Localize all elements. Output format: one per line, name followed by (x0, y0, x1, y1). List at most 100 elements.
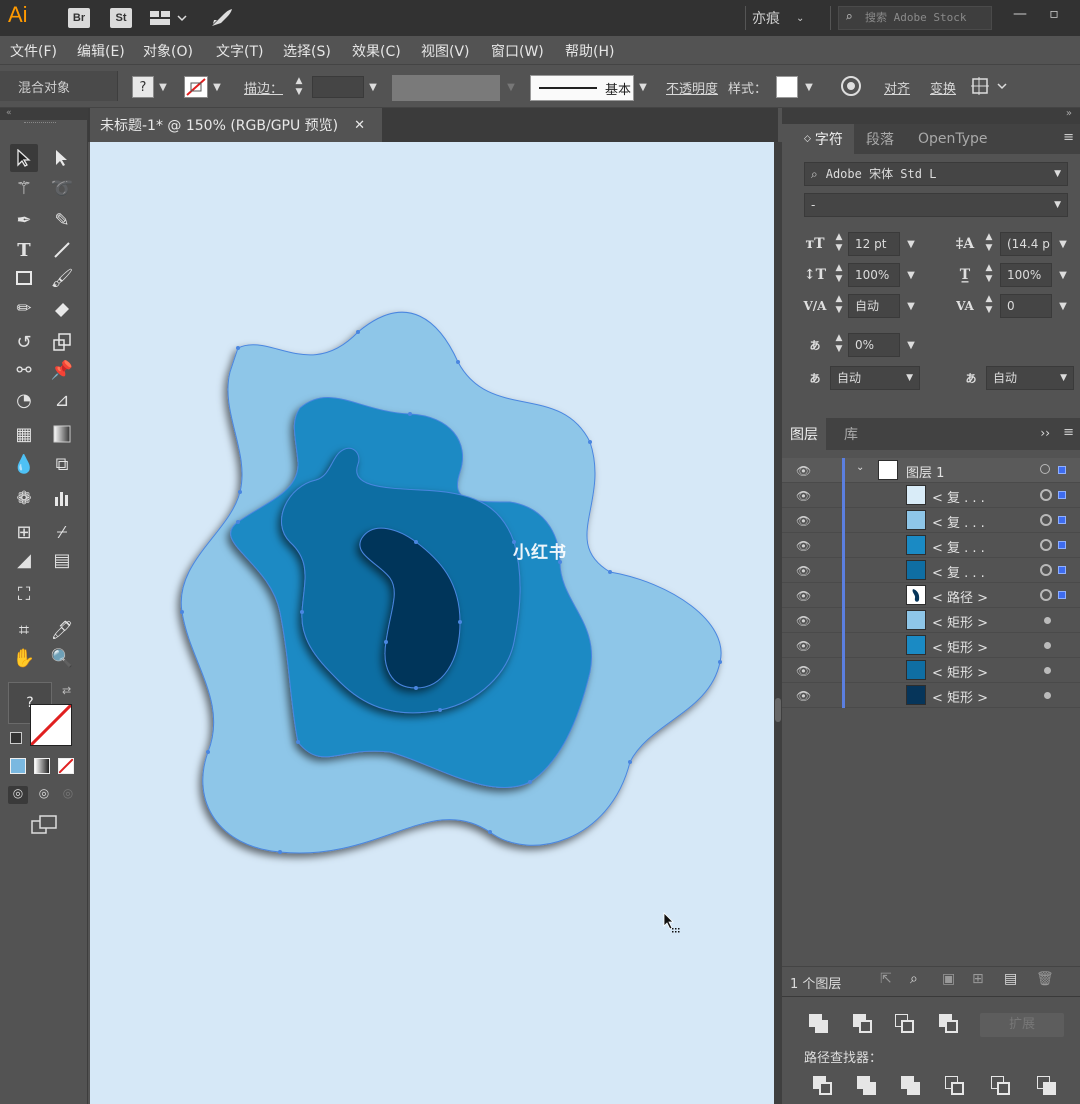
visibility-eye-icon[interactable]: 👁 (796, 514, 812, 528)
item-name[interactable]: < 矩形 > (932, 637, 988, 656)
stroke-color-box[interactable] (29, 703, 73, 747)
paintbrush-tool[interactable]: 🖌 (48, 264, 76, 292)
menu-select[interactable]: 选择(S) (283, 41, 331, 61)
artboard-canvas[interactable]: 小红书 (90, 142, 774, 1104)
perspective-grid-tool[interactable]: ⊿ (48, 386, 76, 414)
expand-panel-icon[interactable]: ›› (1040, 426, 1050, 440)
target-icon[interactable] (1040, 589, 1052, 601)
minus-back-button[interactable] (1036, 1075, 1058, 1097)
tools-collapse-bar[interactable]: « (0, 108, 88, 120)
visibility-eye-icon[interactable]: 👁 (796, 589, 812, 603)
aki-left-field[interactable]: 自动 ▼ (830, 366, 920, 390)
outline-button[interactable] (990, 1075, 1012, 1097)
item-name[interactable]: < 复 . . . (932, 487, 985, 506)
zoom-tool[interactable]: 🔍 (48, 644, 76, 672)
chevron-down-icon[interactable]: ▼ (904, 294, 918, 318)
horizontal-scale-stepper[interactable]: ▲ ▼ (982, 263, 996, 287)
draw-inside-button[interactable]: ◎ (58, 786, 78, 804)
draw-behind-button[interactable]: ◎ (34, 786, 54, 804)
layer-name[interactable]: 图层 1 (906, 462, 944, 481)
mesh-tool[interactable]: ▦ (10, 420, 38, 448)
leading-field[interactable]: (14.4 p (1000, 232, 1052, 256)
target-icon[interactable] (1040, 464, 1050, 474)
slice-tool[interactable]: ⌿ (48, 518, 76, 546)
chevron-down-icon[interactable]: ▼ (1056, 232, 1070, 256)
blend-tool[interactable]: ⧉ (48, 450, 76, 478)
selected-indicator[interactable] (1058, 566, 1066, 574)
papercut-artwork[interactable] (90, 142, 774, 1104)
type-tool[interactable]: T (10, 236, 38, 264)
intersect-button[interactable] (894, 1013, 916, 1035)
panel-menu-icon[interactable]: ≡ (1063, 425, 1074, 440)
swap-colors-icon[interactable]: ⇄ (62, 684, 71, 697)
none-mode-button[interactable] (58, 758, 74, 774)
chevron-down-icon[interactable]: ▼ (904, 333, 918, 357)
font-size-stepper[interactable]: ▲ ▼ (832, 232, 846, 256)
font-style-field[interactable]: - ▼ (804, 193, 1068, 217)
font-family-field[interactable]: ⌕ Adobe 宋体 Std L ▼ (804, 162, 1068, 186)
chevron-down-icon[interactable]: ▼ (802, 76, 816, 98)
visibility-eye-icon[interactable]: 👁 (796, 664, 812, 678)
eraser-tool[interactable] (48, 294, 76, 322)
minus-front-button[interactable] (852, 1013, 874, 1035)
stroke-label[interactable]: 描边： (244, 78, 283, 97)
layer-row-item-6[interactable]: 👁 < 矩形 > (782, 608, 1080, 633)
symbol-sprayer-tool[interactable]: ❁ (10, 484, 38, 512)
chevron-down-icon[interactable]: ▼ (366, 76, 380, 98)
layer-row-item-5[interactable]: 👁 < 路径 > (782, 583, 1080, 608)
merge-button[interactable] (900, 1075, 922, 1097)
line-segment-tool[interactable] (48, 236, 76, 264)
shape-builder-tool[interactable]: ◔ (10, 386, 38, 414)
maximize-button[interactable]: ▫ (1040, 4, 1068, 24)
new-layer-icon[interactable]: ▤ (1004, 971, 1017, 987)
tab-layers[interactable]: 图层 (782, 418, 826, 450)
item-name[interactable]: < 矩形 > (932, 662, 988, 681)
item-name[interactable]: < 矩形 > (932, 612, 988, 631)
rotate-tool[interactable]: ↺ (10, 328, 38, 356)
stroke-weight-stepper[interactable]: ▲ ▼ (292, 76, 306, 98)
visibility-eye-icon[interactable]: 👁 (796, 639, 812, 653)
menu-effect[interactable]: 效果(C) (352, 41, 401, 61)
arrange-documents-button[interactable] (148, 8, 188, 28)
selected-indicator[interactable] (1058, 491, 1066, 499)
kerning-field[interactable]: 自动 (848, 294, 900, 318)
clipping-mask-icon[interactable]: ▣ (942, 971, 955, 987)
close-icon[interactable]: ✕ (354, 118, 365, 133)
visibility-eye-icon[interactable]: 👁 (796, 689, 812, 703)
graphic-style-swatch[interactable] (776, 76, 798, 98)
menu-window[interactable]: 窗口(W) (491, 41, 544, 61)
rectangle-tool[interactable] (10, 264, 38, 292)
collect-export-icon[interactable]: ⇱ (880, 971, 892, 987)
collapse-icon[interactable]: » (1066, 108, 1072, 119)
exclude-button[interactable] (938, 1013, 960, 1035)
horizontal-scale-field[interactable]: 100% (1000, 263, 1052, 287)
scale-tool[interactable] (48, 328, 76, 356)
curvature-tool[interactable]: ✎ (48, 206, 76, 234)
chevron-down-icon[interactable]: ▼ (904, 232, 918, 256)
chevron-down-icon[interactable]: ⌄ (856, 462, 864, 473)
isolate-group-button[interactable] (970, 75, 1010, 97)
selection-tool[interactable] (10, 144, 38, 172)
chevron-down-icon[interactable]: ▼ (1056, 263, 1070, 287)
tracking-field[interactable]: 0 (1000, 294, 1052, 318)
locate-object-icon[interactable]: ⌕ (910, 971, 918, 987)
column-graph-tool[interactable] (48, 484, 76, 512)
tsume-field[interactable]: 0% (848, 333, 900, 357)
target-icon[interactable] (1044, 667, 1051, 674)
pencil-tool[interactable]: ✏ (10, 294, 38, 322)
chevron-down-icon[interactable]: ▼ (636, 76, 650, 98)
visibility-eye-icon[interactable]: 👁 (796, 614, 812, 628)
tracking-stepper[interactable]: ▲ ▼ (982, 294, 996, 318)
layer-row-item-4[interactable]: 👁 < 复 . . . (782, 558, 1080, 583)
stroke-swatch[interactable] (184, 76, 208, 98)
visibility-eye-icon[interactable]: 👁 (796, 564, 812, 578)
vertical-scale-field[interactable]: 100% (848, 263, 900, 287)
brush-definition[interactable]: 基本 (530, 75, 634, 101)
menu-edit[interactable]: 编辑(E) (77, 41, 125, 61)
delete-icon[interactable]: 🗑 (1036, 971, 1054, 987)
tsume-stepper[interactable]: ▲ ▼ (832, 333, 846, 357)
chevron-down-icon[interactable]: ▼ (156, 76, 170, 98)
item-name[interactable]: < 路径 > (932, 587, 988, 606)
align-link[interactable]: 对齐 (884, 78, 910, 97)
fill-swatch[interactable]: ? (132, 76, 154, 98)
